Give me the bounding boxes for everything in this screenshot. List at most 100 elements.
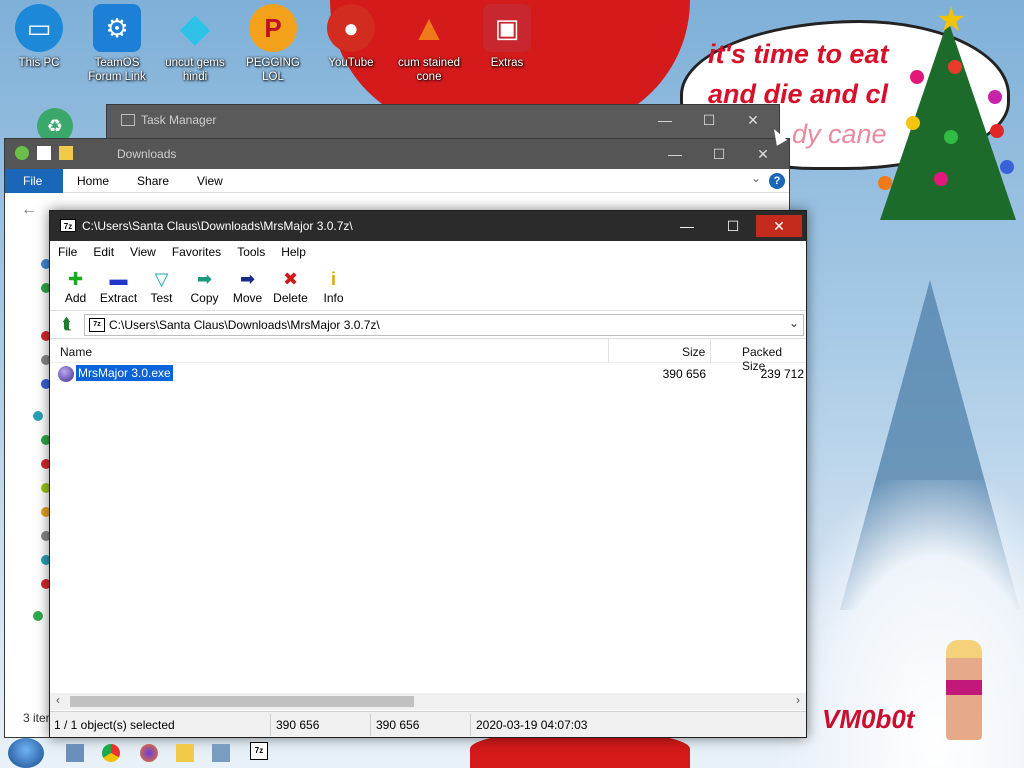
archive-icon: 7z [89,318,105,332]
file-size: 390 656 [662,367,706,381]
chevron-down-icon[interactable]: ⌄ [751,171,761,185]
ornament [910,70,924,84]
path-combobox[interactable]: 7z C:\Users\Santa Claus\Downloads\MrsMaj… [84,314,804,336]
task-manager-taskbar-icon[interactable] [212,744,230,762]
move-button[interactable]: ➡ Move [226,263,269,310]
menu-edit[interactable]: Edit [85,241,122,263]
ornament [878,176,892,190]
ornament [988,90,1002,104]
menu-tools[interactable]: Tools [229,241,273,263]
status-date: 2020-03-19 04:07:03 [476,718,588,732]
monitor-icon: ▭ [15,4,63,52]
desktop-icon-extras[interactable]: ▣ Extras [468,4,546,84]
menu-favorites[interactable]: Favorites [164,241,229,263]
task-manager-title: Task Manager [141,113,217,127]
minimize-button[interactable]: — [645,109,685,131]
desktop-icon-youtube[interactable]: ● YouTube [312,4,390,84]
maximize-button[interactable]: ☐ [699,143,739,165]
desktop-icon-cone[interactable]: ▲ cum stained cone [390,4,468,84]
tab-file[interactable]: File [5,168,63,193]
info-button[interactable]: i Info [312,263,355,310]
ribbon-tabs: File Home Share View ⌄ ? [5,168,789,193]
delete-button[interactable]: ✖ Delete [269,263,312,310]
chrome-icon[interactable] [102,744,120,762]
close-button[interactable]: ✕ [756,215,802,237]
properties-icon[interactable] [37,146,51,160]
desktop-icons: ▭ This PC ⚙ TeamOS Forum Link ◆ uncut ge… [0,4,546,84]
tab-share[interactable]: Share [123,169,183,193]
menu-file[interactable]: File [50,241,85,263]
file-row[interactable]: MrsMajor 3.0.exe 390 656 239 712 [58,364,806,383]
gift-icon: ▣ [483,4,531,52]
desktop-icon-uncut-gems[interactable]: ◆ uncut gems hindi [156,4,234,84]
file-list-header: Name Size Packed Size [50,339,806,373]
desktop-icon-pegging[interactable]: P PEGGING LOL [234,4,312,84]
ornament [934,172,948,186]
path-text: C:\Users\Santa Claus\Downloads\MrsMajor … [109,318,380,332]
nav-item-icon[interactable] [33,611,43,621]
sevenzip-taskbar-icon[interactable]: 7z [250,742,268,760]
column-name[interactable]: Name [60,345,92,359]
nav-item-icon[interactable] [33,411,43,421]
firefox-icon[interactable] [140,744,158,762]
minimize-button[interactable]: — [655,143,695,165]
copy-button-label: Copy [190,291,219,305]
minimize-button[interactable]: — [664,215,710,237]
desktop-icon-this-pc[interactable]: ▭ This PC [0,4,78,84]
desktop-icon-teamos[interactable]: ⚙ TeamOS Forum Link [78,4,156,84]
menu-view[interactable]: View [122,241,164,263]
back-arrow-icon[interactable]: ← [21,201,37,219]
scroll-right-icon[interactable]: › [796,693,800,707]
explorer-controls: — ☐ ✕ [655,143,783,165]
file-name[interactable]: MrsMajor 3.0.exe [75,364,174,382]
column-divider[interactable] [608,339,609,363]
start-button[interactable] [8,738,44,768]
path-bar: ⮬ 7z C:\Users\Santa Claus\Downloads\MrsM… [50,311,806,339]
chevron-down-icon[interactable]: ⌄ [789,316,799,330]
column-divider[interactable] [710,339,711,363]
minus-icon: ▬ [109,268,128,289]
status-total: 390 656 [376,718,420,732]
maximize-button[interactable]: ☐ [689,109,729,131]
scrollbar-thumb[interactable] [70,696,414,707]
copy-button[interactable]: ➡ Copy [183,263,226,310]
sevenzip-app-icon[interactable]: 7z [60,219,76,232]
sevenzip-window-controls: — ☐ ✕ [664,215,802,237]
app-icon[interactable] [15,146,29,160]
menu-bar: File Edit View Favorites Tools Help [50,241,806,263]
check-icon: ▽ [154,268,169,289]
menu-help[interactable]: Help [273,241,314,263]
sevenzip-window[interactable]: 7z C:\Users\Santa Claus\Downloads\MrsMaj… [49,210,807,738]
traffic-cone-icon: ▲ [411,7,447,48]
add-button[interactable]: ✚ Add [54,263,97,310]
ornament [990,124,1004,138]
angry-bird-icon: ● [327,4,375,52]
quick-access-toolbar [15,146,73,160]
column-size[interactable]: Size [682,345,705,359]
ornament [1000,160,1014,174]
taskbar: 7z [0,738,1024,768]
folder-up-icon[interactable]: ⮬ [56,315,78,335]
diamond-icon: ◆ [179,6,211,50]
delete-x-icon: ✖ [282,268,299,289]
desktop-icon-label: TeamOS Forum Link [88,57,146,83]
maximize-button[interactable]: ☐ [710,215,756,237]
folder-icon[interactable] [59,146,73,160]
help-icon[interactable]: ? [769,173,785,189]
file-packed-size: 239 712 [760,367,804,381]
scroll-left-icon[interactable]: ‹ [56,693,60,707]
task-view-icon[interactable] [66,744,84,762]
close-button[interactable]: ✕ [733,109,773,131]
tab-home[interactable]: Home [63,169,123,193]
file-explorer-icon[interactable] [176,744,194,762]
ornament [906,116,920,130]
status-divider [470,714,471,736]
test-button[interactable]: ▽ Test [140,263,183,310]
test-button-label: Test [150,291,173,305]
extract-button[interactable]: ▬ Extract [97,263,140,310]
desktop-icon-label: Extras [490,57,524,69]
tab-view[interactable]: View [183,169,237,193]
close-button[interactable]: ✕ [743,143,783,165]
navigation-pane [5,229,51,737]
horizontal-scrollbar[interactable]: ‹ › [50,693,806,710]
